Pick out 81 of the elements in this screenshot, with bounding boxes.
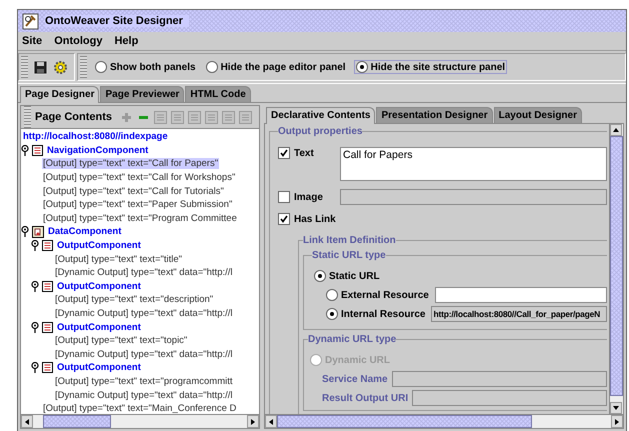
output-node[interactable]: [Output] type="text" text="Call for Papers" xyxy=(42,158,220,170)
page-url[interactable]: http://localhost:8080//indexpage xyxy=(22,131,169,142)
save-icon[interactable] xyxy=(34,60,47,74)
tab[interactable]: Page Designer xyxy=(20,86,100,103)
component-node[interactable]: OutputComponent xyxy=(56,362,142,374)
output-node[interactable]: [Output] type="text" text="Program Committee xyxy=(42,212,238,224)
menu-item[interactable]: Help xyxy=(114,35,138,47)
output-node[interactable]: [Dynamic Output] type="text" data="http://l xyxy=(54,390,234,401)
group-title: Static URL type xyxy=(312,250,386,261)
radio-button[interactable]: Internal Resource xyxy=(324,307,428,321)
document-icon xyxy=(32,226,44,238)
component-node[interactable]: OutputComponent xyxy=(56,322,142,333)
expand-toggle-icon[interactable] xyxy=(31,240,39,252)
group-title: Output properties xyxy=(278,126,362,137)
output-node[interactable]: [Dynamic Output] type="text" data="http://l xyxy=(54,267,234,278)
list-icon xyxy=(42,240,53,252)
expand-toggle-icon[interactable] xyxy=(31,280,39,292)
service-name-field[interactable] xyxy=(392,371,607,387)
tab[interactable]: HTML Code xyxy=(185,86,251,102)
list-icon xyxy=(42,362,53,374)
radio-button[interactable]: Static URL xyxy=(312,269,382,283)
list-icon xyxy=(42,322,53,333)
list-icon xyxy=(32,144,43,156)
component-node[interactable]: OutputComponent xyxy=(56,280,142,292)
tab[interactable]: Presentation Designer xyxy=(376,107,493,123)
output-node[interactable]: [Dynamic Output] type="text" data="http://l xyxy=(54,348,234,360)
horizontal-scrollbar[interactable] xyxy=(265,414,623,428)
tab[interactable]: Layout Designer xyxy=(494,107,582,123)
menu-item[interactable]: Site xyxy=(22,35,42,47)
panel-title: Page Contents xyxy=(35,111,112,123)
text-field[interactable]: Call for Papers xyxy=(340,147,607,181)
expand-toggle-icon[interactable] xyxy=(21,144,29,156)
check-icon xyxy=(280,215,288,223)
result-output-field[interactable] xyxy=(412,390,607,406)
check-icon xyxy=(280,149,288,157)
output-node[interactable]: [Output] type="text" text="title" xyxy=(54,254,184,265)
expand-toggle-icon[interactable] xyxy=(21,226,29,238)
tab[interactable]: Declarative Contents xyxy=(266,107,376,124)
up-arrow-icon[interactable] xyxy=(613,128,619,132)
toolbar-grip[interactable] xyxy=(80,56,87,78)
horizontal-scrollbar[interactable] xyxy=(21,414,259,428)
component-node[interactable]: NavigationComponent xyxy=(46,144,150,156)
tab[interactable]: Page Previewer xyxy=(100,86,184,102)
vertical-scrollbar[interactable] xyxy=(609,124,623,414)
menu-item[interactable]: Ontology xyxy=(54,35,102,47)
list-icon xyxy=(42,280,53,292)
right-arrow-icon[interactable] xyxy=(251,418,255,424)
toolbar-grip[interactable] xyxy=(24,106,31,128)
component-node[interactable]: OutputComponent xyxy=(56,240,142,252)
radio-button[interactable]: Hide the page editor panel xyxy=(204,60,348,74)
down-arrow-icon[interactable] xyxy=(613,406,619,410)
expand-toggle-icon[interactable] xyxy=(31,322,39,333)
window-title: OntoWeaver Site Designer xyxy=(45,15,189,27)
checkbox[interactable]: Has Link xyxy=(278,213,336,225)
radio-button[interactable]: Hide the site structure panel xyxy=(354,60,508,74)
output-node[interactable]: [Output] type="text" text="Main_Conference D xyxy=(42,403,238,414)
group-title: Link Item Definition xyxy=(303,235,396,246)
radio-button[interactable]: Show both panels xyxy=(93,60,198,74)
expand-toggle-icon[interactable] xyxy=(31,362,39,374)
group-title: Dynamic URL type xyxy=(308,334,396,345)
output-node[interactable]: [Output] type="text" text="Call for Tutorials" xyxy=(42,186,225,197)
checkbox[interactable]: Image xyxy=(278,191,336,203)
left-arrow-icon[interactable] xyxy=(25,418,29,424)
field-label: Result Output URI xyxy=(322,392,408,404)
url-field[interactable]: http://localhost:8080//Call_for_paper/pageN xyxy=(431,306,607,322)
output-node[interactable]: [Output] type="text" text="Call for Workshops" xyxy=(42,172,236,184)
tools-icon xyxy=(22,12,39,30)
toolbar-grip[interactable] xyxy=(21,56,28,78)
output-node[interactable]: [Output] type="text" text="topic" xyxy=(54,335,188,346)
checkbox[interactable]: Text xyxy=(278,147,336,159)
right-arrow-icon[interactable] xyxy=(615,418,619,424)
component-node[interactable]: DataComponent xyxy=(47,226,122,238)
url-field[interactable] xyxy=(434,287,607,303)
left-arrow-icon[interactable] xyxy=(269,418,273,424)
output-node[interactable]: [Dynamic Output] type="text" data="http://l xyxy=(54,308,234,320)
field-label: Service Name xyxy=(322,374,388,384)
radio-button[interactable]: External Resource xyxy=(324,288,431,302)
output-node[interactable]: [Output] type="text" text="Paper Submission" xyxy=(42,199,234,210)
gear-icon[interactable] xyxy=(53,60,68,74)
output-node[interactable]: [Output] type="text" text="description" xyxy=(54,294,214,306)
output-node[interactable]: [Output] type="text" text="programcommitt xyxy=(54,376,234,387)
